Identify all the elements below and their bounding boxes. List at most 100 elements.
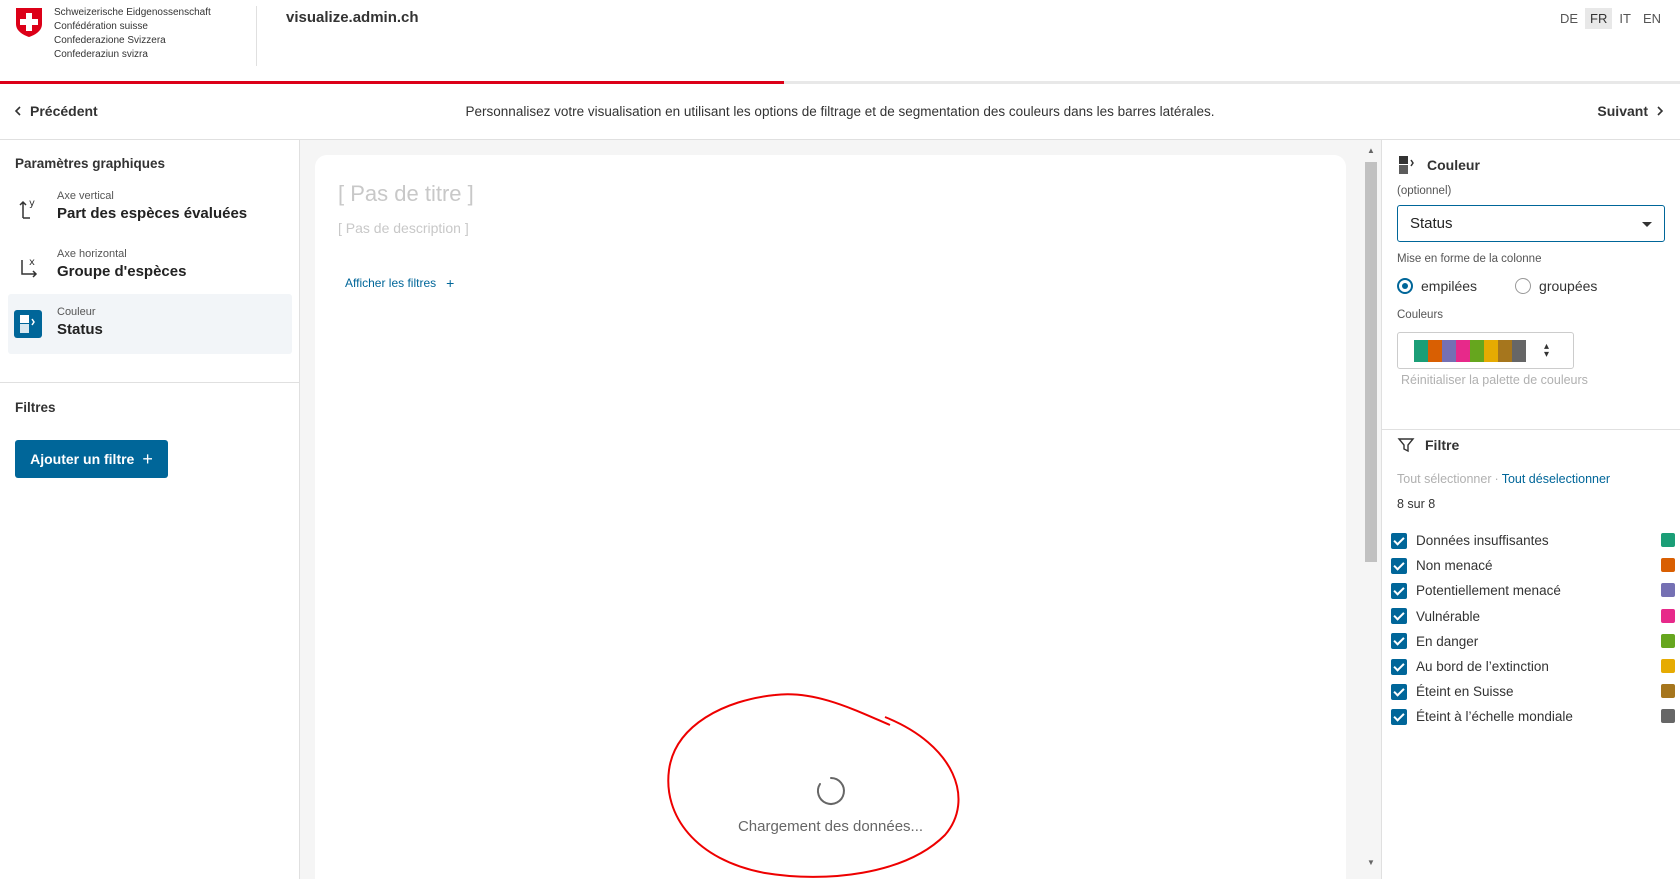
param-value: Part des espèces évaluées <box>57 205 248 222</box>
filter-section-header: Filtre <box>1397 436 1459 454</box>
filters-title: Filtres <box>15 400 56 415</box>
colors-label: Couleurs <box>1397 309 1444 321</box>
color-dimension-select[interactable]: Status <box>1397 205 1665 242</box>
scroll-thumb[interactable] <box>1365 162 1377 562</box>
swiss-flag-icon <box>16 8 42 37</box>
chart-description-placeholder[interactable]: [ Pas de description ] <box>338 220 469 236</box>
palette-swatch <box>1484 340 1498 362</box>
param-sub-label: Couleur <box>57 306 96 318</box>
sort-arrows-icon: ▴ ▾ <box>1543 341 1549 360</box>
checkbox[interactable] <box>1391 658 1407 675</box>
deselect-all-link[interactable]: Tout déselectionner <box>1502 472 1610 486</box>
radio-stacked[interactable] <box>1397 278 1413 294</box>
step-navigation: Personnalisez votre visualisation en uti… <box>0 84 1680 140</box>
filter-color-swatch[interactable] <box>1661 709 1675 724</box>
filter-item[interactable]: Éteint en Suisse <box>1391 679 1675 704</box>
checkbox[interactable] <box>1391 683 1407 700</box>
chart-title-placeholder[interactable]: [ Pas de titre ] <box>338 181 474 207</box>
color-section-title: Couleur <box>1427 157 1480 173</box>
scrollbar[interactable]: ▲ ▼ <box>1361 140 1381 879</box>
site-name-link[interactable]: visualize.admin.ch <box>286 9 419 26</box>
checkbox[interactable] <box>1391 708 1407 725</box>
svg-text:y: y <box>29 198 35 209</box>
checkbox[interactable] <box>1391 633 1407 650</box>
show-filters-toggle[interactable]: Afficher les filtres + <box>345 275 454 291</box>
filter-item-label: Vulnérable <box>1416 608 1481 624</box>
y-axis-icon: y <box>19 198 35 219</box>
select-all-link[interactable]: Tout sélectionner <box>1397 472 1492 486</box>
chart-preview-area: [ Pas de titre ] [ Pas de description ] … <box>300 140 1381 879</box>
palette-swatch <box>1456 340 1470 362</box>
filter-color-swatch[interactable] <box>1661 633 1675 648</box>
chevron-right-icon <box>1657 106 1664 116</box>
filter-item[interactable]: Vulnérable <box>1391 604 1675 629</box>
param-value: Status <box>57 321 103 338</box>
filter-value-list: Données insuffisantes Non menacé Potentiel… <box>1391 528 1675 730</box>
language-switcher: DE FR IT EN <box>1555 8 1666 29</box>
next-button[interactable]: Suivant <box>1597 103 1664 119</box>
param-horizontal-axis[interactable]: x Axe horizontal Groupe d'espèces <box>8 236 292 296</box>
checkbox[interactable] <box>1391 582 1407 599</box>
param-sub-label: Axe horizontal <box>57 248 127 260</box>
lang-fr[interactable]: FR <box>1585 8 1613 29</box>
color-palette-select[interactable]: ▴ ▾ <box>1397 332 1574 369</box>
param-sub-label: Axe vertical <box>57 190 114 202</box>
filter-item[interactable]: Données insuffisantes <box>1391 528 1675 553</box>
filter-item-label: En danger <box>1416 633 1479 649</box>
checkbox[interactable] <box>1391 608 1407 625</box>
scroll-down-icon[interactable]: ▼ <box>1366 858 1376 868</box>
lang-en[interactable]: EN <box>1638 8 1666 29</box>
lang-de[interactable]: DE <box>1555 8 1583 29</box>
filter-color-swatch[interactable] <box>1661 558 1675 573</box>
palette-swatch <box>1498 340 1512 362</box>
filter-item[interactable]: Éteint à l’échelle mondiale <box>1391 704 1675 729</box>
show-filters-label: Afficher les filtres <box>345 276 437 290</box>
filter-color-swatch[interactable] <box>1661 583 1675 598</box>
filter-color-swatch[interactable] <box>1661 658 1675 673</box>
filter-item-label: Non menacé <box>1416 558 1493 574</box>
logo-line: Schweizerische Eidgenossenschaft <box>54 7 211 18</box>
filter-item[interactable]: Non menacé <box>1391 553 1675 578</box>
lang-it[interactable]: IT <box>1614 8 1636 29</box>
x-axis-icon: x <box>21 257 38 278</box>
next-button-label: Suivant <box>1597 103 1648 119</box>
loading-indicator: Chargement des données... <box>315 775 1346 835</box>
palette-swatch <box>1470 340 1484 362</box>
column-format-label: Mise en forme de la colonne <box>1397 253 1542 265</box>
checkbox[interactable] <box>1391 557 1407 574</box>
palette-swatch <box>1512 340 1526 362</box>
param-value: Groupe d'espèces <box>57 263 187 280</box>
palette-swatch <box>1428 340 1442 362</box>
radio-grouped-label[interactable]: groupées <box>1539 278 1597 294</box>
radio-stacked-label[interactable]: empilées <box>1421 278 1477 294</box>
filter-section-title: Filtre <box>1425 437 1460 453</box>
filter-color-swatch[interactable] <box>1661 533 1675 547</box>
filter-item[interactable]: Potentiellement menacé <box>1391 578 1675 603</box>
param-vertical-axis[interactable]: y Axe vertical Part des espèces évaluées <box>8 178 292 238</box>
optional-label: (optionnel) <box>1397 185 1452 197</box>
radio-grouped[interactable] <box>1515 278 1532 294</box>
previous-button-label: Précédent <box>30 103 98 119</box>
svg-text:x: x <box>29 257 35 268</box>
filter-item-label: Éteint à l’échelle mondiale <box>1416 709 1573 725</box>
palette-swatch <box>1442 340 1456 362</box>
previous-button[interactable]: Précédent <box>14 103 98 119</box>
logo-line: Confederazione Svizzera <box>54 35 166 46</box>
filter-color-swatch[interactable] <box>1661 608 1675 623</box>
funnel-icon <box>1397 438 1415 453</box>
palette-swatch <box>1414 340 1428 362</box>
filter-color-swatch[interactable] <box>1661 684 1675 699</box>
chart-card: [ Pas de titre ] [ Pas de description ] … <box>315 155 1346 879</box>
chart-settings-title: Paramètres graphiques <box>15 156 166 171</box>
filter-item[interactable]: En danger <box>1391 629 1675 654</box>
add-filter-button[interactable]: Ajouter un filtre + <box>15 440 168 478</box>
section-divider <box>0 382 299 383</box>
filter-item-label: Potentiellement menacé <box>1416 583 1561 599</box>
param-color[interactable]: Couleur Status <box>8 294 292 354</box>
filter-item[interactable]: Au bord de l’extinction <box>1391 654 1675 679</box>
logo-line: Confédération suisse <box>54 21 148 32</box>
scroll-up-icon[interactable]: ▲ <box>1366 146 1376 156</box>
reset-palette-link[interactable]: Réinitialiser la palette de couleurs <box>1401 373 1588 387</box>
caret-down-icon <box>1642 222 1652 227</box>
checkbox[interactable] <box>1391 532 1407 549</box>
